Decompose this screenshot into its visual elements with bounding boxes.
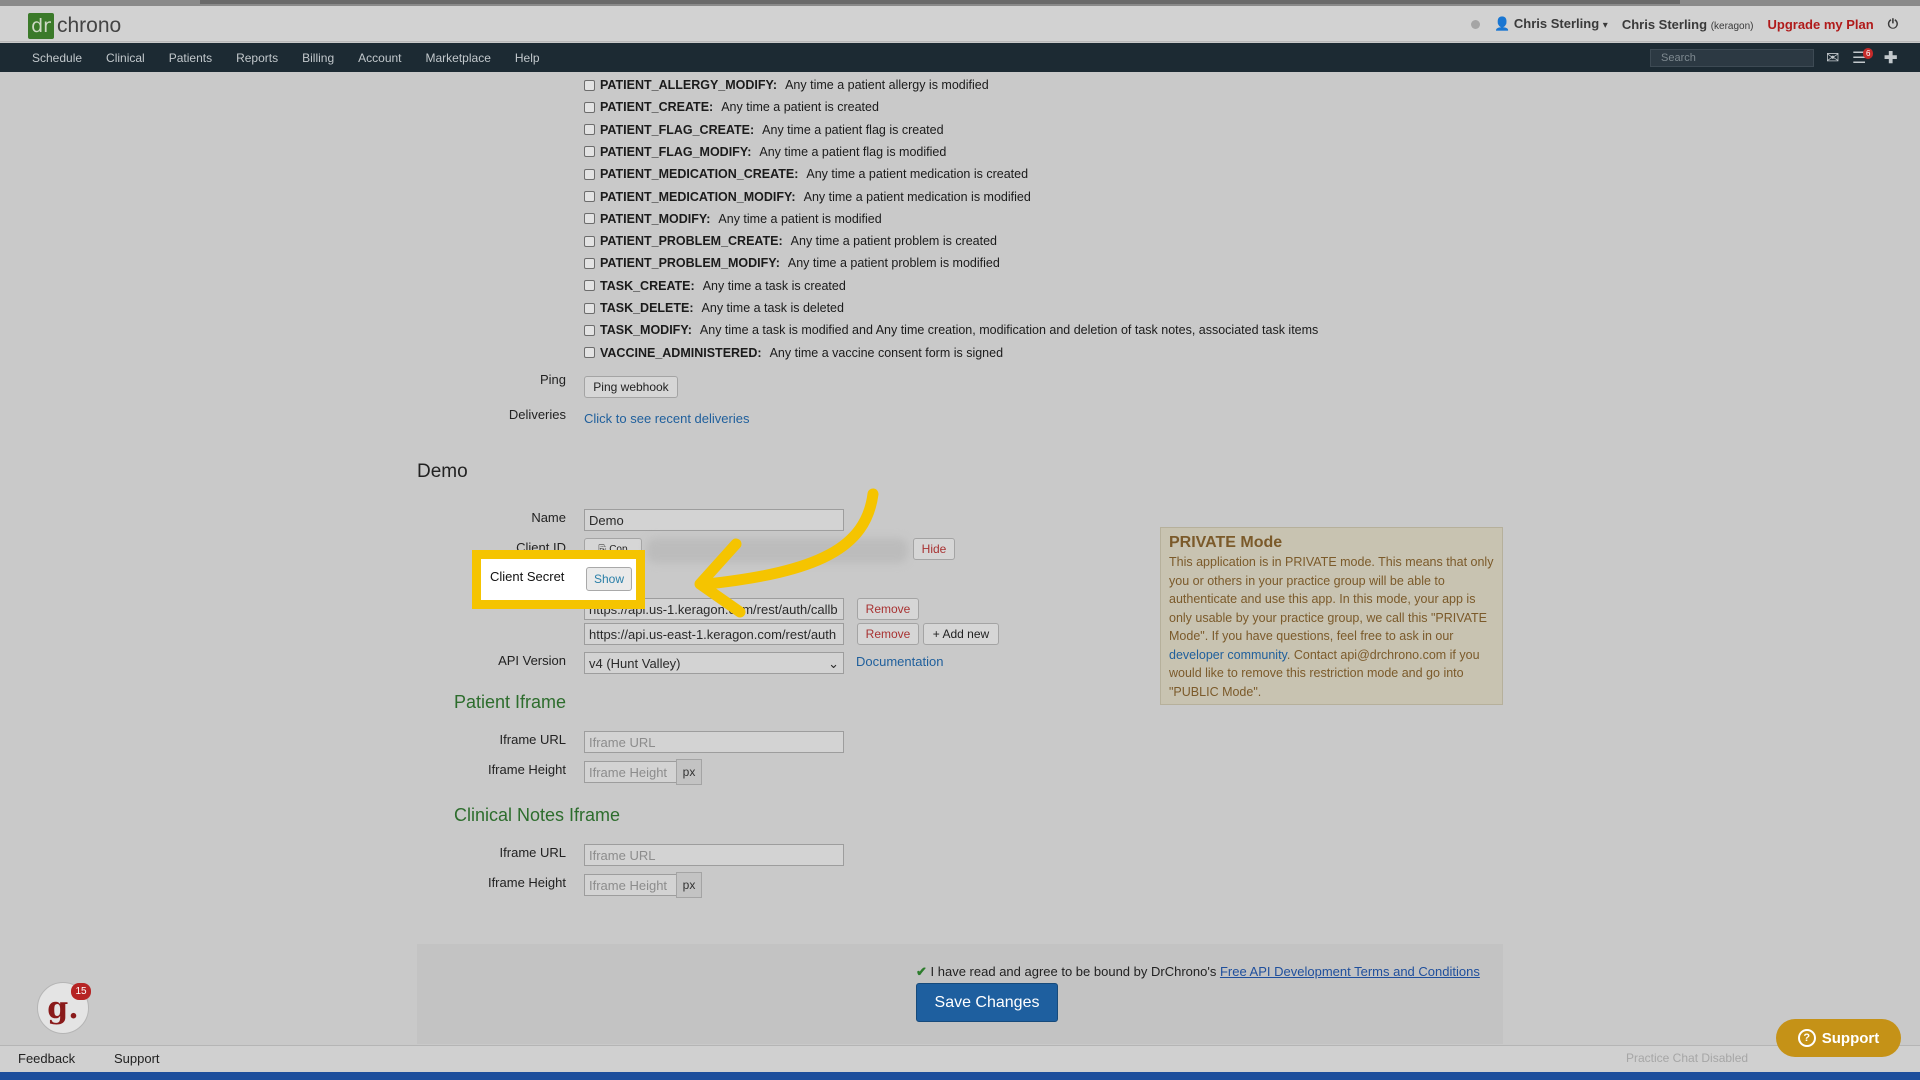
check-icon: ✔ [916,964,927,979]
help-icon: ? [1797,1029,1816,1047]
terms-link[interactable]: Free API Development Terms and Condition… [1220,964,1480,979]
gamification-badge: 15 [71,983,91,1000]
support-widget-button[interactable]: ? Support [1776,1019,1901,1057]
save-changes-button[interactable]: Save Changes [916,983,1058,1022]
terms-agreement: ✔ I have read and agree to be bound by D… [916,964,1480,980]
pointer-arrow-icon [694,488,879,618]
chat-status: Practice Chat Disabled [1626,1051,1749,1065]
support-widget-label: Support [1821,1029,1880,1047]
support-link[interactable]: Support [114,1051,160,1066]
feedback-link[interactable]: Feedback [18,1051,75,1066]
terms-text: I have read and agree to be bound by DrC… [930,964,1220,979]
bottom-accent-bar [0,1072,1920,1080]
